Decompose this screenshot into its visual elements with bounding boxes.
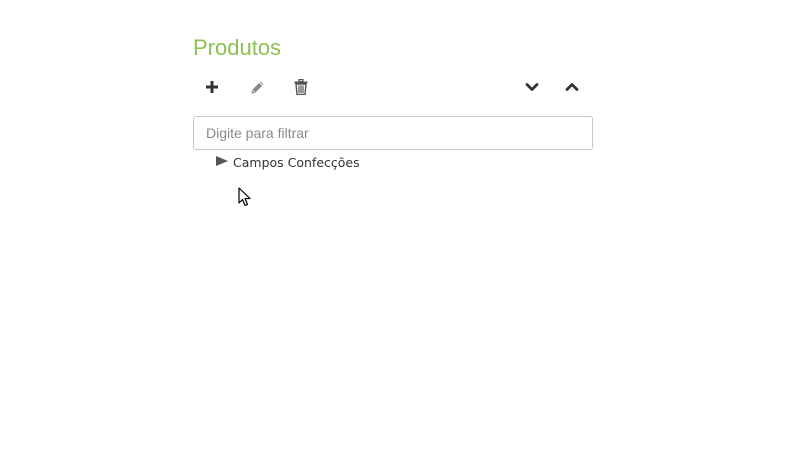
chevron-up-icon bbox=[565, 83, 579, 91]
toolbar bbox=[193, 73, 593, 101]
chevron-down-icon bbox=[525, 83, 539, 91]
tree-node-label[interactable]: Campos Confecções bbox=[233, 155, 360, 171]
edit-button[interactable] bbox=[243, 73, 271, 101]
filter-input[interactable] bbox=[193, 116, 593, 150]
expand-arrow-icon[interactable] bbox=[215, 155, 229, 169]
delete-button[interactable] bbox=[287, 73, 315, 101]
add-button[interactable] bbox=[198, 73, 226, 101]
tree-node[interactable]: Campos Confecções bbox=[193, 152, 593, 174]
move-down-button[interactable] bbox=[518, 73, 546, 101]
page-title: Produtos bbox=[193, 35, 282, 60]
trash-icon bbox=[294, 79, 308, 95]
mouse-pointer-icon bbox=[238, 187, 251, 207]
move-up-button[interactable] bbox=[558, 73, 586, 101]
plus-icon bbox=[206, 81, 218, 93]
product-tree: Campos Confecções bbox=[193, 152, 593, 174]
products-panel: Produtos Digite para filtrar Campos Conf… bbox=[193, 34, 593, 174]
pencil-icon bbox=[251, 81, 263, 93]
